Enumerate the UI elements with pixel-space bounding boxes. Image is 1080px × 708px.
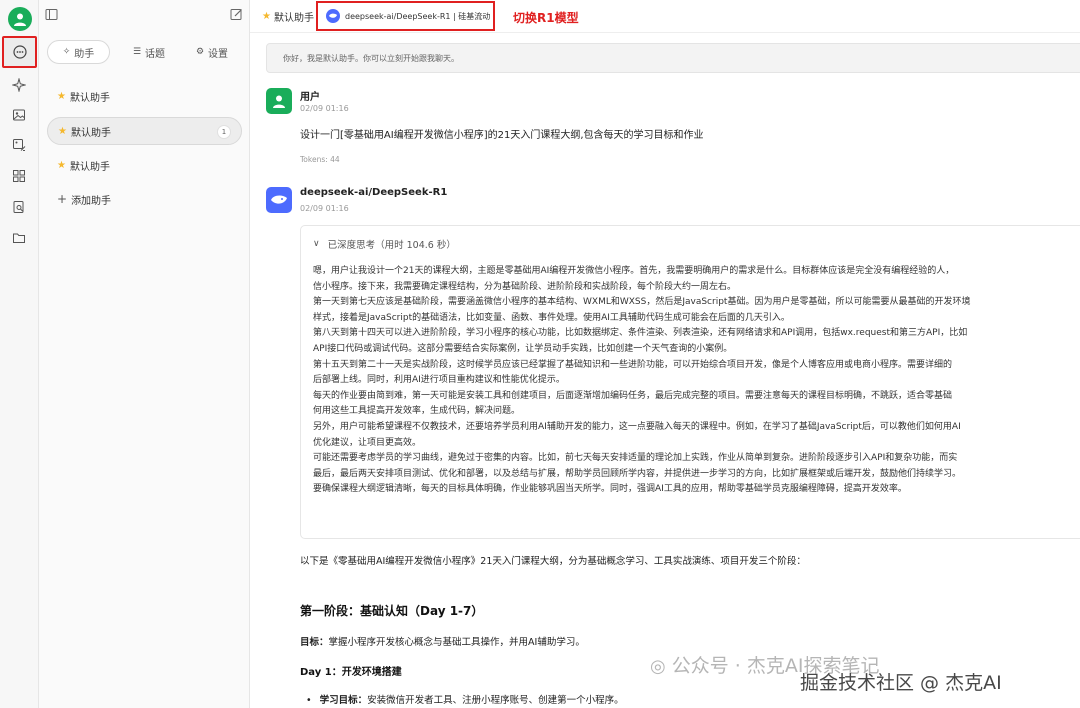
assistant-message-time: 02/09 01:16 [300, 204, 349, 213]
deepseek-logo-icon [326, 9, 340, 23]
reasoning-line: 第八天到第十四天可以进入进阶阶段，学习小程序的核心功能，比如数据绑定、条件渲染、… [313, 328, 968, 339]
chat-header: ★ 默认助手 deepseek-ai/DeepSeek-R1 | 硅基流动 切换… [250, 0, 1080, 33]
reasoning-line: 第十五天到第二十一天是实战阶段，这时候学员应该已经掌握了基础知识和一些进阶功能，… [313, 359, 953, 370]
rail-apps-button[interactable] [7, 164, 31, 188]
reasoning-panel: ∨ 已深度思考（用时 104.6 秒） 嗯，用户让我设计一个21天的课程大纲，主… [300, 225, 1080, 539]
gear-icon: ⚙ [195, 47, 205, 57]
tab-assistants[interactable]: ✧ 助手 [47, 40, 110, 64]
reasoning-line: 优化建议，让项目更高效。 [313, 437, 422, 448]
star-icon: ★ [262, 11, 271, 22]
person-icon [14, 13, 26, 26]
user-message-name: 用户 [300, 92, 320, 103]
reasoning-line: 要确保课程大纲逻辑清晰，每天的目标具体明确，作业能够巩固当天所学。同时，强调AI… [313, 484, 907, 495]
tab-topics-label: 话题 [145, 48, 166, 60]
panel-tabs: ✧ 助手 ☰ 话题 ⚙ 设置 [47, 40, 243, 64]
reasoning-line: 可能还需要考虑学员的学习曲线，避免过于密集的内容。比如，前七天每天安排适量的理论… [313, 453, 958, 464]
chat-bubble-icon [12, 45, 27, 59]
tab-topics[interactable]: ☰ 话题 [119, 40, 179, 64]
tab-assistants-label: 助手 [74, 48, 95, 60]
person-icon [273, 95, 285, 108]
grid-icon [13, 170, 25, 182]
reasoning-line: 最后，最后两天安排项目测试、优化和部署，以及总结与扩展，帮助学员回顾所学内容，并… [313, 468, 962, 479]
star-icon: ★ [58, 125, 67, 137]
plus-icon: + [57, 192, 68, 206]
assistant-message-avatar [266, 187, 292, 213]
sparkle-icon [12, 78, 26, 92]
model-selector-label: deepseek-ai/DeepSeek-R1 | 硅基流动 [345, 11, 491, 21]
image-icon [13, 109, 25, 121]
assistant-item[interactable]: ★ 默认助手 [47, 151, 242, 179]
assistant-message-name: deepseek-ai/DeepSeek-R1 [300, 187, 448, 198]
topic-count-badge: 1 [217, 125, 231, 139]
day-heading: Day 1：开发环境搭建 [300, 667, 402, 678]
rail-agents-button[interactable] [7, 73, 31, 97]
switch-model-annotation: 切换R1模型 [513, 11, 579, 25]
assistant-item-selected[interactable]: ★ 默认助手 1 [47, 117, 242, 145]
assistant-item[interactable]: ★ 默认助手 [47, 82, 242, 110]
reasoning-line: 另外，用户可能希望课程不仅教技术，还要培养学员利用AI辅助开发的能力，这一点要融… [313, 421, 961, 432]
edit-icon [230, 9, 242, 20]
list-icon: ☰ [132, 47, 142, 57]
sidebar-toggle-icon [45, 9, 58, 20]
rail-image-edit-button[interactable] [7, 133, 31, 157]
user-message-avatar [266, 88, 292, 114]
day-bullet: • 学习目标：安装微信开发者工具、注册小程序账号、创建第一个小程序。 [300, 692, 624, 706]
wechat-logo-icon: ◎ [650, 656, 666, 677]
chevron-down-icon: ∨ [313, 239, 320, 249]
tab-settings-label: 设置 [208, 48, 229, 60]
assistant-item-label: 默认助手 [70, 127, 111, 139]
new-topic-button[interactable] [230, 8, 243, 24]
reasoning-line: 信小程序。接下来，我需要确定课程结构，分为基础阶段、进阶阶段和实战阶段，每个阶段… [313, 281, 737, 292]
assistant-item-label: 默认助手 [69, 92, 110, 104]
user-message-time: 02/09 01:16 [300, 104, 349, 113]
tab-settings[interactable]: ⚙ 设置 [182, 40, 242, 64]
star-icon: ★ [57, 90, 66, 102]
add-assistant-button[interactable]: + 添加助手 [47, 185, 242, 213]
user-message-text: 设计一门[零基础用AI编程开发微信小程序]的21天入门课程大纲,包含每天的学习目… [300, 130, 704, 141]
reasoning-line: API接口代码或调试代码。这部分需要结合实际案例，让学员动手实践，比如创建一个天… [313, 343, 733, 354]
goal-label: 目标： [300, 637, 329, 648]
welcome-message: 你好，我是默认助手。你可以立刻开始跟我聊天。 [266, 43, 1080, 73]
sparkle-icon: ✧ [62, 47, 71, 57]
assistant-panel: ✧ 助手 ☰ 话题 ⚙ 设置 ★ 默认助手 ★ 默认助手 1 ★ 默认助手 + … [39, 0, 250, 708]
reasoning-line: 嗯，用户让我设计一个21天的课程大纲，主题是零基础用AI编程开发微信小程序。首先… [313, 266, 955, 276]
rail-chat-button[interactable] [2, 36, 37, 68]
reasoning-text: 嗯，用户让我设计一个21天的课程大纲，主题是零基础用AI编程开发微信小程序。首先… [313, 264, 1080, 498]
reasoning-line: 何用这些工具提高开发效率，生成代码，解决问题。 [313, 406, 521, 417]
reasoning-line: 样式，接着是JavaScript的基础语法，比如变量、函数、事件处理。使用AI工… [313, 312, 790, 323]
reasoning-toggle[interactable]: ∨ 已深度思考（用时 104.6 秒） [313, 237, 456, 251]
bullet-text: 安装微信开发者工具、注册小程序账号、创建第一个小程序。 [367, 695, 624, 706]
current-assistant[interactable]: ★ 默认助手 [262, 9, 314, 24]
reasoning-title: 已深度思考（用时 104.6 秒） [327, 240, 456, 251]
rail-file-search-button[interactable] [7, 195, 31, 219]
stage-goal: 目标：掌握小程序开发核心概念与基础工具操作，并用AI辅助学习。 [300, 634, 585, 648]
folder-icon [13, 233, 25, 243]
model-selector[interactable]: deepseek-ai/DeepSeek-R1 | 硅基流动 [316, 1, 495, 31]
chat-area: 你好，我是默认助手。你可以立刻开始跟我聊天。 用户 02/09 01:16 设计… [250, 33, 1080, 708]
assistant-item-label: 默认助手 [69, 161, 110, 173]
current-assistant-label: 默认助手 [273, 13, 314, 24]
panel-toolbar [39, 8, 250, 24]
toggle-sidebar-button[interactable] [45, 8, 58, 24]
reasoning-line: 每天的作业要由简到难，第一天可能是安装工具和创建项目，后面逐渐增加编码任务，最后… [313, 390, 953, 401]
star-icon: ★ [57, 159, 66, 171]
rail-image-button[interactable] [7, 103, 31, 127]
file-search-icon [13, 201, 24, 213]
add-assistant-label: 添加助手 [71, 195, 112, 207]
stage-heading: 第一阶段：基础认知（Day 1-7） [300, 604, 484, 618]
image-edit-icon [13, 139, 26, 151]
watermark-juejin: 掘金技术社区 @ 杰克AI [800, 672, 1002, 694]
user-avatar[interactable] [8, 7, 32, 31]
reasoning-line: 第一天到第七天应该是基础阶段，需要涵盖微信小程序的基本结构、WXML和WXSS，… [313, 297, 971, 308]
icon-rail [0, 0, 39, 708]
rail-folder-button[interactable] [7, 226, 31, 250]
bullet-dot: • [306, 695, 312, 706]
reasoning-line: 后部署上线。同时，利用AI进行项目重构建议和性能优化提示。 [313, 375, 565, 386]
user-token-count: Tokens: 44 [300, 155, 340, 164]
bullet-label: 学习目标： [319, 695, 368, 706]
deepseek-whale-icon [271, 195, 287, 204]
answer-intro: 以下是《零基础用AI编程开发微信小程序》21天入门课程大纲，分为基础概念学习、工… [300, 556, 806, 567]
goal-text: 掌握小程序开发核心概念与基础工具操作，并用AI辅助学习。 [328, 637, 585, 648]
